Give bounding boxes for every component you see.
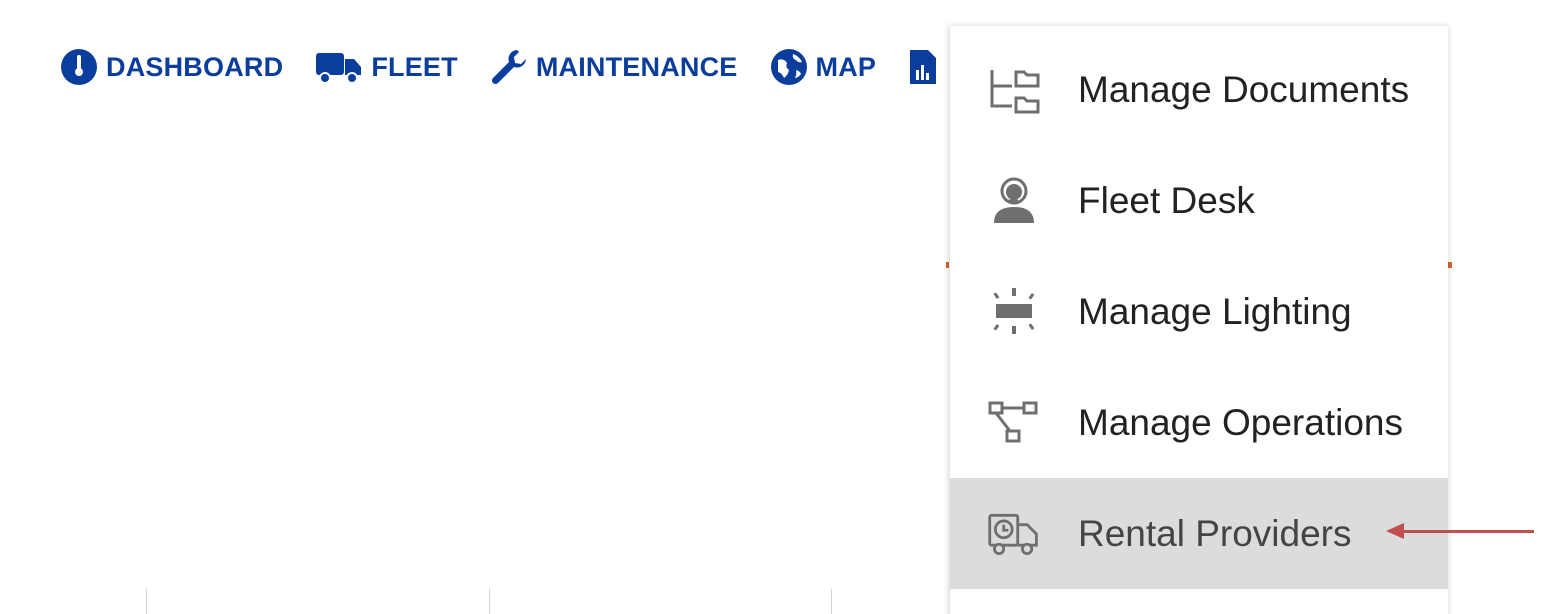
nav-fleet[interactable]: FLEET — [315, 49, 458, 85]
nav-maintenance[interactable]: MAINTENANCE — [490, 48, 738, 86]
menu-item-manage-operations[interactable]: Manage Operations — [950, 367, 1448, 478]
menu-item-rental-providers[interactable]: Rental Providers — [950, 478, 1448, 589]
menu-item-manage-documents[interactable]: Manage Documents — [950, 34, 1448, 145]
menu-item-label: Manage Lighting — [1078, 290, 1352, 332]
nav-dashboard-label: DASHBOARD — [106, 51, 284, 82]
dropdown-menu: Manage Documents Fleet Desk Manage Light… — [949, 26, 1448, 614]
truck-icon — [315, 49, 363, 85]
menu-item-manage-lighting[interactable]: Manage Lighting — [950, 256, 1448, 367]
menu-item-label: Manage Documents — [1078, 68, 1410, 110]
menu-item-label: Manage Operations — [1078, 401, 1403, 443]
annotation-arrow-head — [1386, 523, 1404, 539]
rental-truck-clock-icon — [986, 506, 1042, 562]
wrench-icon — [490, 48, 528, 86]
nav-maintenance-label: MAINTENANCE — [535, 51, 738, 82]
menu-item-label: Rental Providers — [1078, 512, 1352, 554]
nav-map[interactable]: MAP — [770, 48, 877, 86]
annotation-arrow-line — [1402, 530, 1534, 533]
grid-divider — [146, 588, 147, 614]
grid-divider — [831, 588, 832, 614]
nav-map-label: MAP — [815, 51, 877, 82]
workflow-icon — [986, 395, 1042, 451]
menu-item-fleet-desk[interactable]: Fleet Desk — [950, 145, 1448, 256]
report-chart-icon — [908, 48, 938, 86]
page: DASHBOARD FLEET MAINTENANCE MAP Manage D… — [0, 0, 1554, 614]
grid-divider — [489, 588, 490, 614]
dashboard-gauge-icon — [60, 48, 98, 86]
top-navigation: DASHBOARD FLEET MAINTENANCE MAP — [60, 47, 978, 87]
nav-fleet-label: FLEET — [371, 51, 458, 82]
nav-dashboard[interactable]: DASHBOARD — [60, 48, 283, 86]
globe-icon — [770, 48, 808, 86]
folder-tree-icon — [986, 62, 1042, 118]
menu-item-label: Fleet Desk — [1078, 179, 1255, 221]
support-agent-icon — [986, 173, 1042, 229]
nav-reports[interactable] — [908, 48, 946, 86]
light-panel-icon — [986, 284, 1042, 340]
